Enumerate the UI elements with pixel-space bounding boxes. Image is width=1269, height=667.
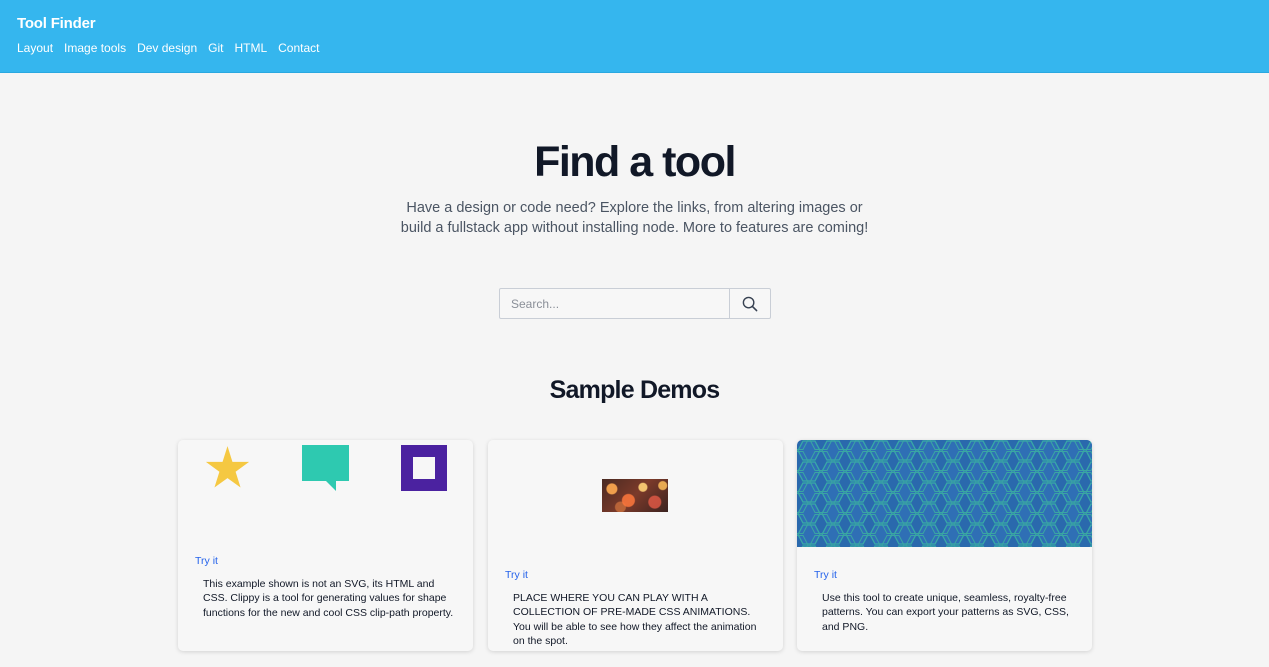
nav-link-contact[interactable]: Contact bbox=[278, 41, 319, 55]
demo-card-clippy: Try it This example shown is not an SVG,… bbox=[178, 440, 473, 651]
try-it-link[interactable]: Try it bbox=[505, 569, 528, 581]
try-it-link[interactable]: Try it bbox=[195, 555, 218, 567]
hero-title: Find a tool bbox=[534, 138, 736, 186]
search-button[interactable] bbox=[729, 289, 770, 318]
nav-link-image-tools[interactable]: Image tools bbox=[64, 41, 126, 55]
nav-link-git[interactable]: Git bbox=[208, 41, 223, 55]
demo-card-animations: Try it PLACE WHERE YOU CAN PLAY WITH A C… bbox=[488, 440, 783, 651]
try-it-link[interactable]: Try it bbox=[814, 569, 837, 581]
sample-demos-heading: Sample Demos bbox=[549, 376, 720, 404]
nav-link-html[interactable]: HTML bbox=[234, 41, 267, 55]
star-shape-icon bbox=[205, 446, 250, 488]
search-bar bbox=[499, 288, 771, 319]
top-navbar: Tool Finder Layout Image tools Dev desig… bbox=[0, 0, 1269, 73]
card-description: This example shown is not an SVG, its HT… bbox=[203, 578, 454, 619]
search-input[interactable] bbox=[500, 289, 729, 318]
speech-bubble-icon bbox=[302, 445, 349, 491]
card-description: PLACE WHERE YOU CAN PLAY WITH A COLLECTI… bbox=[513, 592, 757, 648]
hero-subtitle: Have a design or code need? Explore the … bbox=[400, 200, 869, 236]
search-icon bbox=[742, 296, 758, 311]
nav-link-dev-design[interactable]: Dev design bbox=[137, 41, 197, 55]
bokeh-image bbox=[602, 479, 668, 512]
demo-card-patterns: Try it Use this tool to create unique, s… bbox=[797, 440, 1092, 651]
square-frame-icon bbox=[401, 445, 447, 491]
card-description: Use this tool to create unique, seamless… bbox=[822, 592, 1069, 633]
nav-links: Layout Image tools Dev design Git HTML C… bbox=[17, 41, 320, 55]
brand-title[interactable]: Tool Finder bbox=[17, 15, 96, 32]
hexagon-pattern-image bbox=[797, 440, 1092, 547]
nav-link-layout[interactable]: Layout bbox=[17, 41, 53, 55]
